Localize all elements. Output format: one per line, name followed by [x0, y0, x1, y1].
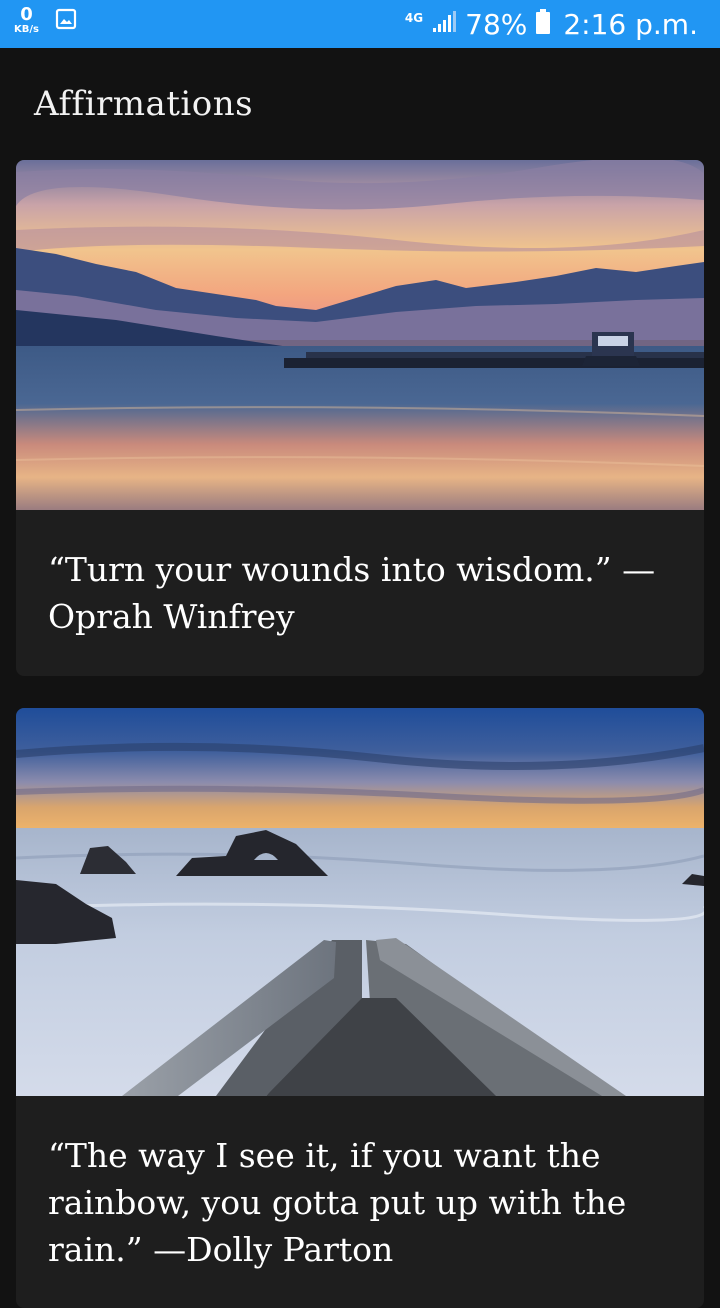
affirmation-card[interactable]: “The way I see it, if you want the rainb…	[16, 708, 704, 1308]
sea-pier-image	[16, 708, 704, 1096]
lake-sunset-image	[16, 160, 704, 510]
affirmation-quote: “The way I see it, if you want the rainb…	[48, 1136, 627, 1269]
app-bar: Affirmations	[0, 48, 720, 160]
speed-value: 0	[20, 4, 33, 25]
speed-unit: KB/s	[14, 24, 39, 35]
network-type: 4G	[404, 11, 424, 25]
clock: 2:16 p.m.	[563, 7, 698, 41]
image-icon	[55, 8, 77, 34]
battery-percent: 78%	[465, 7, 528, 41]
page-title: Affirmations	[34, 84, 254, 124]
battery-icon	[535, 9, 551, 39]
network-speed: 0 KB/s	[14, 6, 39, 35]
affirmation-card[interactable]: “Turn your wounds into wisdom.” — Oprah …	[16, 160, 704, 676]
status-bar: 0 KB/s 4G 78% 2:16 p.m.	[0, 0, 720, 48]
signal-icon	[431, 10, 457, 38]
affirmation-quote: “Turn your wounds into wisdom.” — Oprah …	[48, 550, 656, 636]
